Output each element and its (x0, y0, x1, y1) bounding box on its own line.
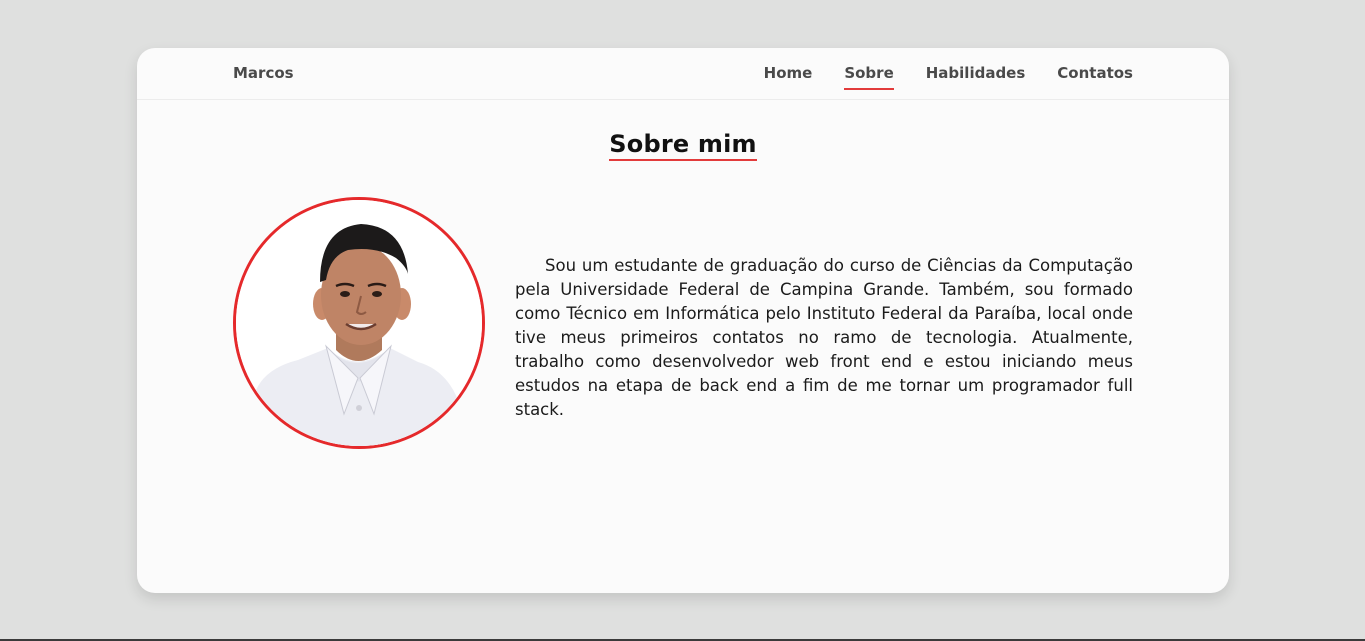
nav-link-habilidades[interactable]: Habilidades (926, 64, 1026, 88)
nav-link-sobre[interactable]: Sobre (844, 64, 895, 90)
about-paragraph: Sou um estudante de graduação do curso d… (515, 256, 1133, 419)
page-card: Marcos Home Sobre Habilidades Contatos S… (137, 48, 1229, 593)
top-navbar: Marcos Home Sobre Habilidades Contatos (137, 48, 1229, 100)
nav-link-contatos[interactable]: Contatos (1057, 64, 1133, 88)
profile-portrait-image (236, 200, 482, 446)
nav-links: Home Sobre Habilidades Contatos (764, 64, 1133, 90)
section-heading: Sobre mim (137, 130, 1229, 161)
about-title: Sobre mim (609, 130, 757, 161)
brand-logo-link[interactable]: Marcos (233, 64, 294, 82)
profile-photo (233, 197, 485, 449)
nav-link-home[interactable]: Home (764, 64, 813, 88)
